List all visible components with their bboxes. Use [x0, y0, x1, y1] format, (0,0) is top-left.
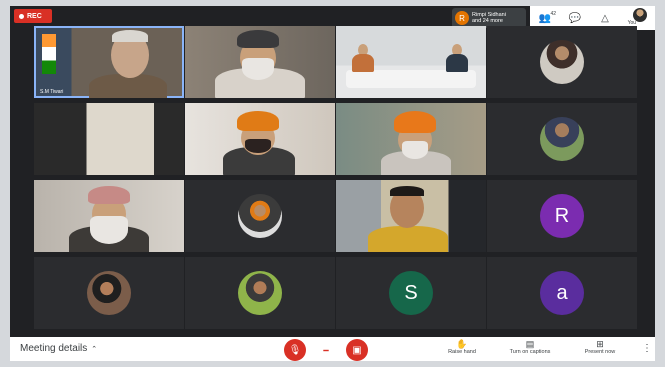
shapes-icon: △	[601, 12, 609, 24]
participant-avatar	[540, 40, 584, 84]
conference-table	[346, 70, 476, 88]
present-icon: ⊞	[596, 339, 604, 349]
participant-beard	[242, 58, 274, 80]
participant-turban	[88, 186, 130, 204]
participant-avatar	[238, 194, 282, 238]
participant-beard	[402, 141, 428, 159]
participant-tile[interactable]	[487, 26, 637, 98]
hang-up-icon: ⎯	[323, 344, 329, 356]
participant-body	[368, 226, 448, 252]
participant-tile[interactable]	[336, 26, 486, 98]
meeting-details-label: Meeting details	[20, 343, 88, 354]
participant-beard	[90, 216, 128, 244]
participant-hair	[112, 30, 148, 42]
chevron-up-icon: ⌃	[91, 345, 98, 353]
participant-tile[interactable]	[185, 257, 335, 329]
participant-tile[interactable]: S	[336, 257, 486, 329]
hand-icon: ✋	[456, 339, 468, 349]
participant-avatar	[238, 271, 282, 315]
present-now-button[interactable]: ⊞ Present now	[570, 339, 630, 355]
participants-button[interactable]: 👥 42	[530, 10, 560, 24]
chat-button[interactable]: 💬	[560, 13, 590, 24]
leave-call-button[interactable]: ⎯	[315, 339, 337, 361]
recording-badge: REC	[14, 9, 52, 23]
presenter-text: Rimpi Sidhani and 24 more	[472, 12, 506, 25]
mic-off-icon: 🎙	[288, 344, 302, 356]
record-dot-icon	[19, 13, 24, 19]
microphone-toggle-button[interactable]: 🎙	[284, 339, 306, 361]
participant-tile[interactable]	[487, 103, 637, 175]
presenter-chip[interactable]: R Rimpi Sidhani and 24 more	[452, 8, 526, 28]
presenter-more: and 24 more	[472, 18, 503, 24]
participant-body	[446, 54, 468, 72]
more-options-icon[interactable]: ⋮	[642, 343, 652, 354]
participant-name: S.M Tiwari	[40, 89, 64, 95]
raise-hand-label: Raise hand	[448, 349, 476, 355]
chat-icon: 💬	[568, 12, 582, 24]
participant-tile[interactable]	[185, 103, 335, 175]
meeting-details-button[interactable]: Meeting details ⌃	[20, 343, 97, 354]
participant-tile[interactable]	[336, 103, 486, 175]
meet-window: REC R Rimpi Sidhani and 24 more 👥 42 💬 △…	[10, 6, 655, 361]
participant-tile[interactable]: R	[487, 180, 637, 252]
captions-button[interactable]: ▤ Turn on captions	[500, 339, 560, 355]
participant-avatar-letter: S	[389, 271, 433, 315]
participant-avatar	[540, 117, 584, 161]
participant-tile[interactable]	[34, 180, 184, 252]
captions-label: Turn on captions	[509, 349, 551, 355]
camera-off-icon: ▣	[352, 344, 362, 356]
participant-hair	[390, 186, 424, 196]
participant-avatar-letter: a	[540, 271, 584, 315]
participant-turban	[237, 30, 279, 48]
camera-toggle-button[interactable]: ▣	[346, 339, 368, 361]
india-flag-icon	[42, 34, 56, 74]
participant-avatar	[87, 271, 131, 315]
participant-tile[interactable]	[34, 257, 184, 329]
presenter-avatar: R	[455, 11, 469, 25]
participant-tile[interactable]	[185, 26, 335, 98]
participants-count: 42	[550, 10, 556, 17]
raise-hand-button[interactable]: ✋ Raise hand	[432, 339, 492, 355]
participant-turban	[237, 111, 279, 131]
present-now-label: Present now	[584, 349, 616, 355]
activities-button[interactable]: △	[590, 13, 620, 24]
recording-label: REC	[27, 12, 42, 20]
participant-tile[interactable]	[336, 180, 486, 252]
participant-tile[interactable]: a	[487, 257, 637, 329]
people-icon: 👥	[538, 12, 552, 24]
participant-tile[interactable]	[185, 180, 335, 252]
participant-tile[interactable]: S.M Tiwari	[34, 26, 184, 98]
participant-tile[interactable]	[34, 103, 184, 175]
bottom-controls-bar: Meeting details ⌃ 🎙 ⎯ ▣ ✋ Raise hand ▤ T…	[10, 337, 655, 361]
participant-turban	[394, 111, 436, 133]
participant-beard	[245, 139, 271, 153]
captions-icon: ▤	[525, 339, 535, 349]
participant-avatar-letter: R	[540, 194, 584, 238]
participant-body	[352, 54, 374, 72]
